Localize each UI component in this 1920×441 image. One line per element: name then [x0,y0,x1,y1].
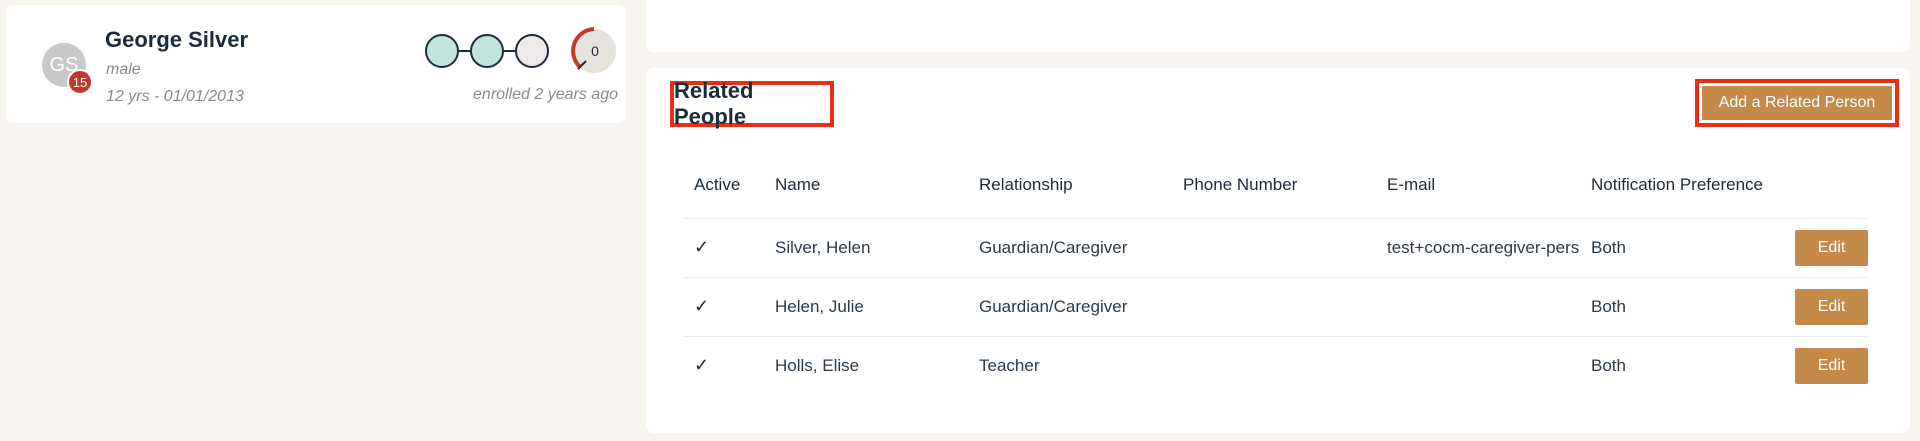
cell-notification: Both [1581,276,1785,336]
cell-name: Silver, Helen [765,217,969,277]
related-people-panel: Related People Add a Related Person Acti… [646,68,1910,433]
check-icon: ✓ [694,237,710,257]
enrolled-text: enrolled 2 years ago [473,86,618,103]
gauge-value: 0 [591,43,599,59]
patient-age-dob: 12 yrs - 01/01/2013 [106,88,244,105]
age-badge: 15 [67,69,93,95]
score-gauge: 0 [571,27,616,73]
patient-name[interactable]: George Silver [105,27,248,53]
table-row: ✓ Holls, Elise Teacher Both Edit [684,335,1870,395]
add-related-person-button[interactable]: Add a Related Person [1702,86,1892,120]
progress-steps [425,34,549,68]
section-title: Related People [670,78,834,129]
column-header-action [1785,152,1870,218]
column-header-relationship: Relationship [979,174,1073,194]
cell-phone [1173,217,1377,277]
column-header-phone: Phone Number [1183,174,1298,194]
cell-phone [1173,335,1377,395]
cell-relationship: Teacher [969,335,1173,395]
edit-button[interactable]: Edit [1795,347,1868,384]
column-header-email: E-mail [1387,174,1436,194]
cell-notification: Both [1581,335,1785,395]
cell-name: Holls, Elise [765,335,969,395]
column-header-notification: Notification Preference [1591,174,1763,194]
patient-gender: male [106,61,141,78]
cell-phone [1173,276,1377,336]
cell-email: test+cocm-caregiver-pers [1377,217,1581,277]
cell-notification: Both [1581,217,1785,277]
related-people-table: Active Name Relationship Phone Number E-… [684,152,1870,395]
step-circle-3 [515,34,549,68]
column-header-active: Active [694,174,741,194]
patient-card[interactable]: GS 15 George Silver male 12 yrs - 01/01/… [6,5,626,123]
step-circle-2 [470,34,504,68]
cell-email [1377,276,1581,336]
check-icon: ✓ [694,296,710,316]
check-icon: ✓ [694,355,710,376]
edit-button[interactable]: Edit [1795,288,1868,325]
table-header-row: Active Name Relationship Phone Number E-… [684,152,1870,218]
cell-name: Helen, Julie [765,276,969,336]
cell-relationship: Guardian/Caregiver [969,276,1173,336]
top-panel [646,0,1910,52]
cell-email [1377,335,1581,395]
add-button-highlight: Add a Related Person [1695,79,1899,127]
table-row: ✓ Silver, Helen Guardian/Caregiver test+… [684,217,1870,277]
edit-button[interactable]: Edit [1795,229,1868,266]
column-header-name: Name [775,174,821,194]
step-circle-1 [425,34,459,68]
cell-relationship: Guardian/Caregiver [969,217,1173,277]
table-row: ✓ Helen, Julie Guardian/Caregiver Both E… [684,276,1870,336]
